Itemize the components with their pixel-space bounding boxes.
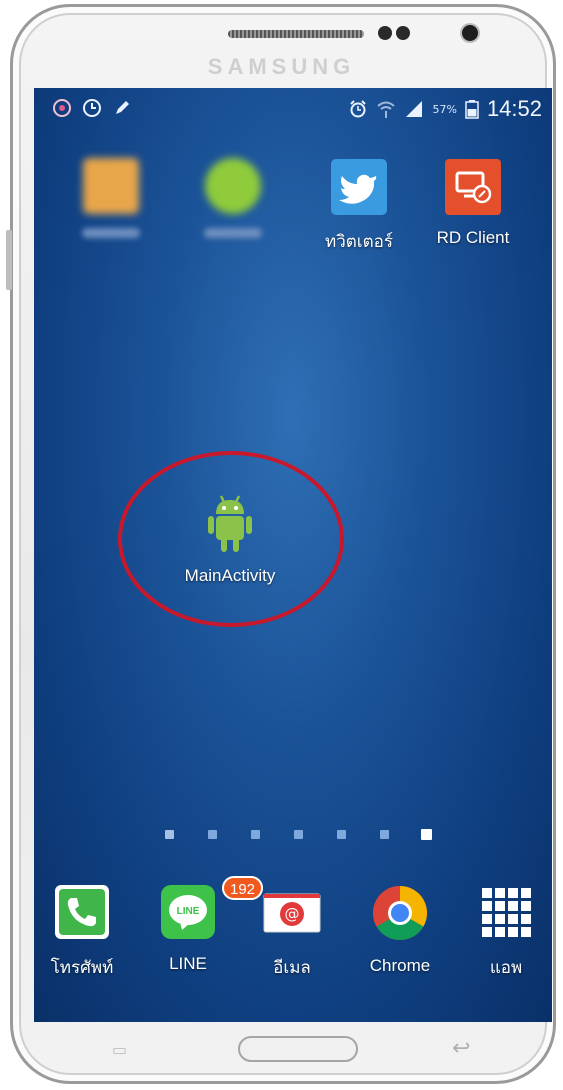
blurred-app-label: [204, 228, 262, 238]
app-label: โทรศัพท์: [50, 958, 114, 977]
page-dot-current[interactable]: [421, 829, 432, 840]
app-label: RD Client: [436, 228, 510, 247]
app-blurred-orange[interactable]: [56, 158, 166, 238]
volume-button: [6, 230, 12, 290]
page-dot[interactable]: [337, 830, 346, 839]
signal-icon: [406, 101, 423, 117]
wifi-icon: [377, 101, 396, 118]
app-mainactivity[interactable]: MainActivity: [165, 492, 295, 586]
app-twitter[interactable]: ทวิตเตอร์: [304, 158, 414, 255]
blurred-green-app-icon: [205, 158, 261, 214]
phone-icon: [55, 885, 109, 939]
light-sensor: [396, 26, 410, 40]
app-label: MainActivity: [184, 566, 276, 585]
clock-time: 14:52: [486, 96, 542, 121]
chrome-icon: [372, 886, 428, 941]
app-label: แอพ: [489, 958, 523, 977]
page-dot[interactable]: [380, 830, 389, 839]
page-dot[interactable]: [208, 830, 217, 839]
dock-app-drawer[interactable]: แอพ: [454, 884, 552, 981]
app-rd-client[interactable]: RD Client: [418, 158, 528, 248]
front-camera: [462, 25, 478, 41]
alarm-icon: [350, 100, 367, 118]
blurred-orange-app-icon: [83, 158, 139, 214]
battery-icon: [465, 100, 479, 119]
svg-text:LINE: LINE: [177, 906, 200, 917]
recent-apps-key[interactable]: ▭: [112, 1040, 127, 1059]
status-bar: 57% 14:52: [34, 88, 552, 132]
home-screen: 57% 14:52 ทวิตเตอร์ RD Client MainActivi…: [34, 88, 552, 1022]
dock-app-chrome[interactable]: Chrome: [348, 884, 452, 976]
clock-icon: [83, 99, 101, 117]
back-key[interactable]: ↩: [452, 1036, 470, 1061]
proximity-sensor: [378, 26, 392, 40]
app-label: Chrome: [369, 956, 431, 975]
apps-grid-icon: [482, 888, 531, 937]
svg-text:@: @: [285, 905, 300, 923]
page-dot[interactable]: [294, 830, 303, 839]
messenger-icon: [53, 99, 71, 117]
page-indicator[interactable]: [34, 826, 552, 846]
blurred-app-label: [82, 228, 140, 238]
dock-app-phone[interactable]: โทรศัพท์: [34, 884, 134, 981]
app-label: ทวิตเตอร์: [325, 232, 393, 251]
rd-client-icon: [445, 159, 501, 215]
pencil-icon: [116, 101, 129, 114]
android-icon: [208, 495, 252, 552]
app-blurred-green[interactable]: [178, 158, 288, 238]
brand-logo: SAMSUNG: [207, 54, 356, 79]
home-button[interactable]: [238, 1036, 358, 1062]
page-dot[interactable]: [251, 830, 260, 839]
dock-app-email[interactable]: @ อีเมล: [240, 884, 344, 981]
app-label: อีเมล: [273, 958, 311, 977]
battery-percent: 57%: [432, 102, 457, 116]
twitter-icon: [331, 159, 387, 215]
email-icon: @: [263, 893, 321, 933]
dock-app-line[interactable]: LINE 192 LINE: [136, 876, 264, 974]
app-label: LINE: [169, 954, 207, 973]
line-icon: LINE: [161, 885, 215, 939]
dock: โทรศัพท์ LINE 192 LINE @ อีเมล Chrome แอ…: [34, 874, 552, 1004]
earpiece-speaker: [228, 30, 364, 38]
page-dot-home[interactable]: [165, 830, 174, 839]
